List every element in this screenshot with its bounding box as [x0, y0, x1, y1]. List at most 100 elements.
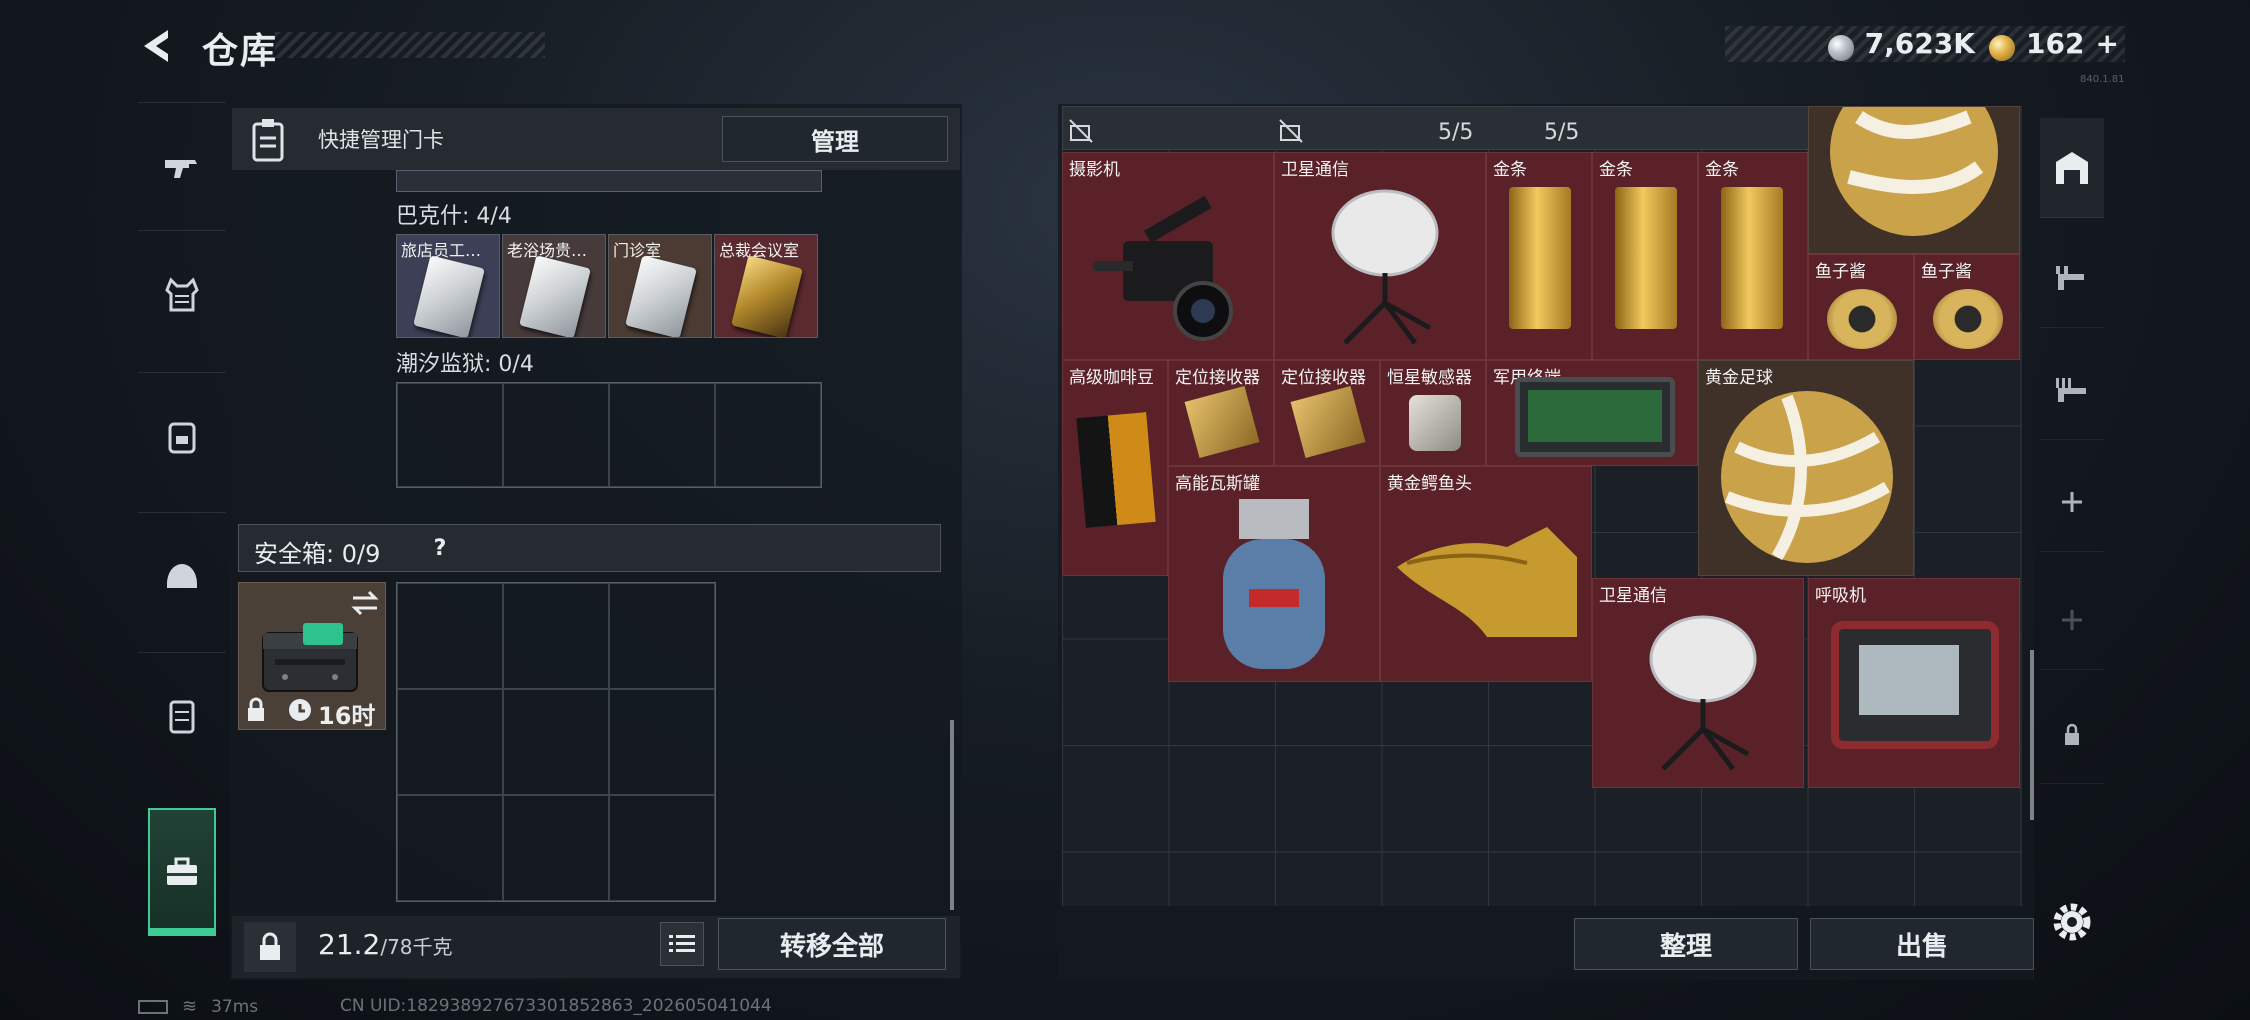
tab-warehouse[interactable] — [2040, 118, 2104, 218]
nav-toolbox[interactable] — [148, 808, 216, 936]
gold-coin-icon — [1988, 35, 2015, 62]
version-label: 840.1.81 — [2080, 74, 2125, 85]
storage-item-ventilator[interactable]: 呼吸机 — [1808, 578, 2020, 788]
backpack-icon — [168, 422, 196, 453]
satellite-dish-image — [1649, 615, 1757, 771]
empty-slot[interactable] — [609, 383, 715, 487]
storage-item-golden-football[interactable]: 黄金足球 — [1698, 360, 1914, 576]
sell-button[interactable]: 出售 — [1810, 918, 2034, 970]
item-label: 呼吸机 — [1815, 586, 1866, 606]
item-label: 金条 — [1599, 160, 1633, 180]
empty-slot[interactable] — [503, 795, 609, 901]
stack-count: 5/5 — [1438, 120, 1474, 145]
empty-slot[interactable] — [715, 383, 821, 487]
storage-item-star-sensor[interactable]: 恒星敏感器 — [1380, 360, 1486, 466]
gold-bar-image — [1615, 187, 1677, 329]
storage-item-satellite-comm[interactable]: 卫星通信 — [1592, 578, 1804, 788]
nav-weapon[interactable] — [138, 102, 226, 230]
gold-coin-display[interactable]: 162 + — [1988, 27, 2119, 62]
weight-lock-button[interactable] — [244, 922, 296, 972]
left-scrollbar[interactable] — [950, 720, 954, 910]
storage-item-locator-receiver[interactable]: 定位接收器 — [1168, 360, 1274, 466]
sort-button[interactable]: 整理 — [1574, 918, 1798, 970]
storage-item-golden-crocodile-head[interactable]: 黄金鳄鱼头 — [1380, 466, 1592, 682]
lock-icon — [260, 932, 280, 960]
currency-bar: 7,623K 162 + — [1725, 26, 2125, 62]
receiver-image — [1290, 385, 1366, 459]
page-title: 仓库 — [202, 31, 279, 72]
keycard-image — [413, 255, 485, 337]
caviar-tin-image — [1827, 289, 1897, 349]
keycard-image — [519, 255, 591, 337]
empty-slot[interactable] — [397, 795, 503, 901]
add-storage-button[interactable] — [2040, 452, 2104, 552]
add-currency-button[interactable]: + — [2096, 27, 2119, 60]
storage-item-camera[interactable]: 摄影机 — [1062, 152, 1274, 360]
storage-item-gold-bar[interactable]: 金条 — [1486, 152, 1592, 360]
empty-slot[interactable] — [503, 689, 609, 795]
silver-coin-icon — [1827, 35, 1854, 62]
storage-item-gas-canister[interactable]: 高能瓦斯罐 — [1168, 466, 1380, 682]
item-label: 定位接收器 — [1175, 368, 1260, 388]
storage-item-locator-receiver[interactable]: 定位接收器 — [1274, 360, 1380, 466]
ping-text: 37ms — [211, 996, 259, 1017]
storage-item-golden-ball-top[interactable] — [1808, 106, 2020, 254]
keycard-label: 总裁会议室 — [719, 241, 800, 260]
storage-item-satellite-comm[interactable]: 卫星通信 — [1274, 152, 1486, 360]
lock-icon — [248, 697, 264, 721]
clock-icon — [289, 699, 311, 721]
no-insure-icon — [1069, 119, 1093, 143]
storage-item-caviar[interactable]: 鱼子酱 — [1914, 254, 2020, 360]
empty-slot[interactable] — [397, 383, 503, 487]
manage-button[interactable]: 管理 — [722, 116, 948, 162]
back-arrow-icon[interactable] — [138, 26, 178, 66]
empty-slot[interactable] — [397, 583, 503, 689]
storage-item-coffee-beans[interactable]: 高级咖啡豆 — [1062, 360, 1168, 576]
tab-gun-rack[interactable] — [2040, 228, 2104, 328]
gun-rack-icon — [2056, 265, 2084, 290]
item-label: 摄影机 — [1069, 160, 1120, 180]
keycard-image — [625, 255, 697, 337]
toolbox-icon — [167, 857, 197, 885]
nav-helmet[interactable] — [138, 512, 226, 640]
storage-item-gold-bar[interactable]: 金条 — [1592, 152, 1698, 360]
keycard-slot[interactable]: 旅店员工… — [396, 234, 500, 338]
keycard-slot[interactable]: 老浴场贵… — [502, 234, 606, 338]
empty-slot[interactable] — [503, 383, 609, 487]
golden-football-image — [1721, 391, 1893, 563]
storage-item-military-terminal[interactable]: 军用终端 — [1486, 360, 1698, 466]
locked-storage — [2040, 684, 2104, 784]
keycard-slot[interactable]: 门诊室 — [608, 234, 712, 338]
crocodile-head-image — [1397, 527, 1577, 637]
right-scrollbar[interactable] — [2030, 650, 2034, 820]
empty-slot[interactable] — [397, 689, 503, 795]
storage-item-gold-bar[interactable]: 金条 — [1698, 152, 1808, 360]
list-view-button[interactable] — [660, 922, 704, 966]
battery-icon — [138, 999, 168, 1014]
transfer-all-button[interactable]: 转移全部 — [718, 918, 946, 970]
gas-canister-image — [1223, 499, 1325, 669]
empty-slot[interactable] — [609, 583, 715, 689]
safe-box-help-button[interactable]: ? — [422, 530, 458, 566]
keycard-slot[interactable]: 总裁会议室 — [714, 234, 818, 338]
empty-slot[interactable] — [609, 689, 715, 795]
tab-gun-rack-2[interactable] — [2040, 340, 2104, 440]
nav-rig[interactable] — [138, 652, 226, 780]
swap-icon[interactable] — [349, 589, 381, 617]
add-storage-disabled — [2040, 570, 2104, 670]
nav-backpack[interactable] — [138, 372, 226, 500]
empty-slot[interactable] — [503, 583, 609, 689]
weapon-icon — [165, 159, 197, 178]
storage-item-caviar[interactable]: 鱼子酱 — [1808, 254, 1914, 360]
settings-gear-icon[interactable] — [2048, 898, 2096, 946]
empty-slot[interactable] — [609, 795, 715, 901]
nav-armor[interactable] — [138, 230, 226, 358]
rig-icon — [169, 700, 195, 733]
item-label: 高级咖啡豆 — [1069, 368, 1154, 388]
weight-current: 21.2 — [318, 928, 381, 961]
no-insure-icon — [1279, 119, 1303, 143]
item-label: 定位接收器 — [1281, 368, 1366, 388]
sensor-image — [1409, 395, 1461, 451]
keycard-header-title: 快捷管理门卡 — [318, 128, 444, 152]
equipment-nav — [138, 102, 226, 952]
